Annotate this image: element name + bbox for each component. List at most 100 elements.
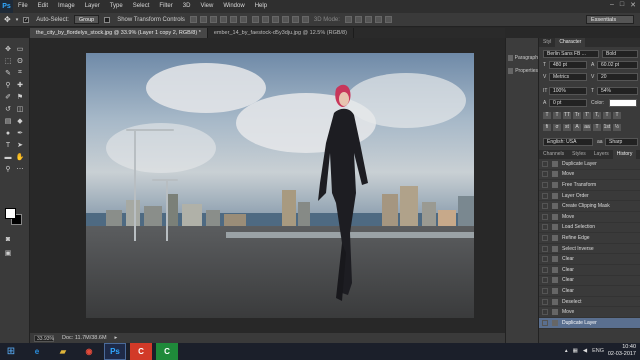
history-item[interactable]: Move (539, 307, 640, 318)
history-item[interactable]: Move (539, 170, 640, 181)
document-size-info[interactable]: Doc: 11.7M/38.6M (62, 335, 107, 341)
menu-layer[interactable]: Layer (80, 0, 105, 13)
language-indicator[interactable]: ENG (592, 348, 604, 354)
align-top-icon[interactable] (189, 16, 197, 23)
history-item[interactable]: Duplicate Layer (539, 159, 640, 170)
history-item[interactable]: Clear (539, 286, 640, 297)
subscript-button[interactable]: T, (593, 112, 601, 119)
blur-tool-icon[interactable]: ◆ (15, 116, 25, 126)
menu-3d[interactable]: 3D (178, 0, 196, 13)
fractions-button[interactable]: ½ (613, 124, 621, 131)
history-item[interactable]: Select Inverse (539, 244, 640, 255)
tab-character[interactable]: Character (555, 38, 586, 47)
history-state-icon[interactable] (542, 266, 548, 273)
maximize-icon[interactable]: □ (620, 1, 624, 9)
tab-channels[interactable]: Channels (539, 150, 568, 159)
move-tool-icon[interactable]: ✥ (4, 15, 11, 24)
path-select-tool-icon[interactable]: ➤ (15, 140, 25, 150)
eraser-tool-icon[interactable]: ◫ (15, 104, 25, 114)
menu-window[interactable]: Window (218, 0, 249, 13)
3d-rotate-icon[interactable] (344, 16, 352, 23)
strikethrough-button[interactable]: T (613, 112, 621, 119)
history-state-icon[interactable] (542, 277, 548, 284)
hand-tool-icon[interactable]: ✋ (15, 152, 25, 162)
quick-mask-icon[interactable]: ◙ (3, 234, 13, 244)
3d-slide-icon[interactable] (374, 16, 382, 23)
screen-mode-icon[interactable]: ▣ (3, 248, 13, 258)
history-item[interactable]: Duplicate Layer (539, 317, 640, 329)
distribute-bottom-icon[interactable] (271, 16, 279, 23)
superscript-button[interactable]: T' (583, 112, 591, 119)
volume-icon[interactable]: ◀ (583, 348, 587, 354)
stylistic-alt-button[interactable]: A (573, 124, 581, 131)
kerning-field[interactable]: Metrics (549, 73, 587, 81)
leading-field[interactable]: 60.02 pt (597, 61, 638, 69)
tab-styles[interactable]: Styl (539, 38, 555, 47)
history-item[interactable]: Layer Order (539, 191, 640, 202)
faux-bold-button[interactable]: T (543, 112, 551, 119)
tab-layers[interactable]: Layers (590, 150, 613, 159)
menu-file[interactable]: File (13, 0, 33, 13)
menu-image[interactable]: Image (53, 0, 80, 13)
photoshop-logo-icon[interactable]: Ps (0, 0, 13, 13)
edit-toolbar-icon[interactable]: ⋯ (15, 164, 25, 174)
history-item[interactable]: Clear (539, 265, 640, 276)
history-state-icon[interactable] (542, 181, 548, 188)
auto-select-checkbox[interactable] (23, 16, 30, 23)
auto-select-dropdown[interactable]: Group (73, 15, 100, 24)
all-caps-button[interactable]: TT (563, 112, 571, 119)
distribute-top-icon[interactable] (251, 16, 259, 23)
history-item[interactable]: Load Selection (539, 223, 640, 234)
history-state-icon[interactable] (542, 171, 548, 178)
history-state-icon[interactable] (542, 319, 548, 326)
doc-tab-ember[interactable]: ember_14_by_faestock-d5y3dju.jpg @ 12.5%… (208, 28, 354, 38)
windows-start-icon[interactable]: ⊞ (0, 343, 22, 360)
file-explorer-icon[interactable]: ▰ (52, 343, 74, 360)
font-family-select[interactable]: Berlin Sans FB ... (543, 50, 599, 58)
text-color-swatch[interactable] (609, 99, 637, 107)
network-icon[interactable]: ▦ (573, 348, 578, 354)
history-item[interactable]: Clear (539, 276, 640, 287)
contextual-button[interactable]: T (593, 124, 601, 131)
history-item[interactable]: Create Clipping Mask (539, 201, 640, 212)
history-state-icon[interactable] (542, 234, 548, 241)
internet-explorer-icon[interactable]: e (26, 343, 48, 360)
crop-tool-icon[interactable]: ⌗ (15, 68, 25, 78)
align-left-icon[interactable] (219, 16, 227, 23)
photoshop-taskbar-icon[interactable]: Ps (104, 343, 126, 360)
type-tool-icon[interactable]: T (3, 140, 13, 150)
titling-button[interactable]: aa (583, 124, 591, 131)
underline-button[interactable]: T (603, 112, 611, 119)
dodge-tool-icon[interactable]: ● (3, 128, 13, 138)
menu-type[interactable]: Type (105, 0, 128, 13)
ccleaner-icon[interactable]: C (130, 343, 152, 360)
ordinals-button[interactable]: 1st (603, 124, 611, 131)
marquee-tool-icon[interactable]: ⬚ (3, 56, 13, 66)
old-style-button[interactable]: σ (553, 124, 561, 131)
small-caps-button[interactable]: Tr (573, 112, 581, 119)
language-select[interactable]: English: USA (543, 138, 593, 146)
show-transform-checkbox[interactable] (104, 16, 111, 23)
history-item[interactable]: Free Transform (539, 180, 640, 191)
horizontal-scale-field[interactable]: 54% (597, 87, 638, 95)
properties-panel-button[interactable]: Properties (508, 65, 538, 77)
history-state-icon[interactable] (542, 287, 548, 294)
history-item[interactable]: Move (539, 212, 640, 223)
gradient-tool-icon[interactable]: ▤ (3, 116, 13, 126)
tab-history[interactable]: History (612, 150, 637, 159)
3d-roll-icon[interactable] (354, 16, 362, 23)
history-brush-tool-icon[interactable]: ↺ (3, 104, 13, 114)
history-state-icon[interactable] (542, 160, 548, 167)
ligatures-button[interactable]: fi (543, 124, 551, 131)
history-state-icon[interactable] (542, 245, 548, 252)
paragraph-panel-button[interactable]: Paragraph (508, 52, 538, 64)
history-item[interactable]: Deselect (539, 297, 640, 308)
brush-tool-icon[interactable]: ✐ (3, 92, 13, 102)
antialias-select[interactable]: Sharp (605, 138, 638, 146)
history-item[interactable]: Refine Edge (539, 233, 640, 244)
chrome-icon[interactable]: ◉ (78, 343, 100, 360)
history-state-icon[interactable] (542, 298, 548, 305)
baseline-shift-field[interactable]: 0 pt (549, 99, 587, 107)
distribute-middle-icon[interactable] (261, 16, 269, 23)
menu-edit[interactable]: Edit (33, 0, 53, 13)
